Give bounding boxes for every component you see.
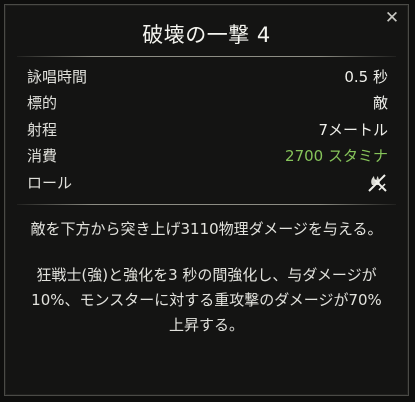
stat-label: ロール <box>27 173 73 192</box>
stat-row-role: ロール <box>27 169 388 196</box>
description-paragraph: 狂戦士(強)と強化を3 秒の間強化し、与ダメージが10%、モンスターに対する重攻… <box>31 266 382 334</box>
damage-dealer-role-icon <box>368 174 387 192</box>
description-paragraph: 敵を下方から突き上げ3110物理ダメージを与える。 <box>30 220 383 238</box>
stat-label: 消費 <box>27 147 58 166</box>
skill-tooltip: ✕ 破壊の一撃 4 詠唱時間 0.5 秒 標的 敵 射程 7メートル 消費 27… <box>4 4 409 396</box>
stat-row-target: 標的 敵 <box>27 90 388 117</box>
stat-value: 7メートル <box>318 120 388 139</box>
stat-value-cost: 2700 スタミナ <box>285 147 388 166</box>
stat-row-cast-time: 詠唱時間 0.5 秒 <box>27 63 388 90</box>
stat-value: 0.5 秒 <box>344 67 388 86</box>
stat-label: 詠唱時間 <box>27 67 88 86</box>
title-divider <box>17 56 396 57</box>
stat-label: 標的 <box>27 94 58 113</box>
stats-divider <box>17 204 396 205</box>
stats-list: 詠唱時間 0.5 秒 標的 敵 射程 7メートル 消費 2700 スタミナ ロー… <box>27 63 388 196</box>
skill-description: 敵を下方から突き上げ3110物理ダメージを与える。 狂戦士(強)と強化を3 秒の… <box>29 217 384 338</box>
skill-title: 破壊の一撃 4 <box>142 23 271 47</box>
stat-row-cost: 消費 2700 スタミナ <box>27 143 388 170</box>
stat-label: 射程 <box>27 120 58 139</box>
stat-row-range: 射程 7メートル <box>27 116 388 143</box>
stat-value: 敵 <box>372 94 388 113</box>
